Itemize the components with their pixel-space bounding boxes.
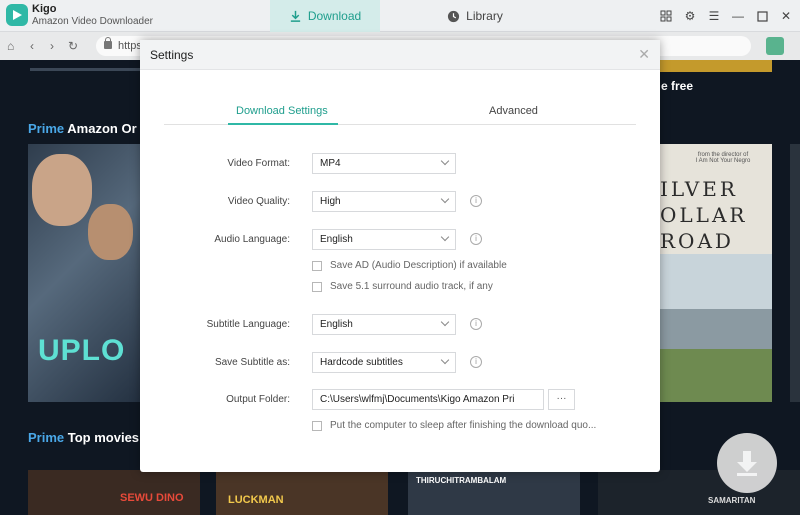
info-icon[interactable]: i: [470, 356, 482, 368]
close-icon[interactable]: ✕: [638, 47, 650, 61]
row-title-amazon-originals: Prime Amazon Or: [28, 121, 137, 136]
tab-download[interactable]: Download: [270, 0, 380, 32]
subtitle-language-select[interactable]: English: [312, 314, 456, 335]
save-ad-option[interactable]: Save AD (Audio Description) if available: [312, 260, 507, 271]
video-format-value: MP4: [320, 158, 341, 169]
output-folder-input[interactable]: C:\Users\wlfmj\Documents\Kigo Amazon Pri: [312, 389, 544, 410]
gear-icon[interactable]: ⚙: [684, 10, 696, 22]
chevron-down-icon: [440, 232, 450, 242]
tab-download-settings[interactable]: Download Settings: [236, 105, 328, 117]
info-icon[interactable]: i: [470, 233, 482, 245]
save-subtitle-as-label: Save Subtitle as:: [214, 357, 290, 368]
bottom-poster-row: SEWU DINO LUCKMAN THIRUCHITRAMBALAM SAMA…: [28, 470, 800, 515]
app-titlebar: Kigo Amazon Video Downloader Download Li…: [0, 0, 800, 32]
tab-download-label: Download: [307, 9, 362, 23]
subtitle-language-value: English: [320, 319, 353, 330]
settings-dialog: Settings ✕ Download Settings Advanced Vi…: [140, 40, 660, 472]
maximize-icon[interactable]: [756, 10, 768, 22]
minimize-icon[interactable]: —: [732, 10, 744, 22]
chevron-down-icon: [440, 355, 450, 365]
poster-figure: [88, 204, 133, 260]
reload-icon[interactable]: ↻: [68, 39, 78, 53]
output-folder-label: Output Folder:: [226, 394, 290, 405]
video-quality-value: High: [320, 196, 341, 207]
clock-icon: [448, 10, 460, 22]
lock-icon: [104, 37, 112, 49]
app-subtitle: Amazon Video Downloader: [32, 16, 154, 27]
download-icon: [290, 10, 300, 22]
save-ad-checkbox[interactable]: [312, 260, 322, 271]
settings-title: Settings: [150, 48, 194, 62]
video-format-label: Video Format:: [227, 158, 290, 169]
poster-figure: [32, 154, 92, 226]
sleep-checkbox[interactable]: [312, 420, 322, 431]
poster-house: [660, 309, 772, 349]
app-logo-icon: [6, 4, 28, 26]
app-name: Kigo: [32, 3, 57, 15]
url-text: https: [118, 40, 142, 52]
audio-language-value: English: [320, 234, 353, 245]
chevron-down-icon: [440, 317, 450, 327]
poster-sewu-dino[interactable]: SEWU DINO: [28, 470, 200, 515]
save-ad-label: Save AD (Audio Description) if available: [330, 260, 507, 271]
poster-tagline: from the director of I Am Not Your Negro: [695, 152, 751, 164]
save-51-option[interactable]: Save 5.1 surround audio track, if any: [312, 281, 493, 292]
save-subtitle-as-value: Hardcode subtitles: [320, 357, 403, 368]
chevron-down-icon: [440, 194, 450, 204]
video-quality-label: Video Quality:: [227, 196, 290, 207]
poster-title: ILVER OLLAR ROAD: [660, 177, 748, 253]
browse-folder-button[interactable]: ···: [548, 389, 575, 410]
info-icon[interactable]: i: [470, 318, 482, 330]
save-51-label: Save 5.1 surround audio track, if any: [330, 281, 493, 292]
video-format-select[interactable]: MP4: [312, 153, 456, 174]
sleep-option[interactable]: Put the computer to sleep after finishin…: [312, 420, 596, 431]
save-51-checkbox[interactable]: [312, 281, 322, 292]
poster-grass: [660, 349, 772, 402]
window-controls: ⚙ ☰ — ✕: [660, 0, 792, 32]
tab-advanced[interactable]: Advanced: [489, 105, 538, 117]
close-icon[interactable]: ✕: [780, 10, 792, 22]
poster-silver-dollar-road[interactable]: from the director of I Am Not Your Negro…: [660, 144, 772, 402]
audio-language-select[interactable]: English: [312, 229, 456, 250]
audio-language-label: Audio Language:: [214, 234, 290, 245]
download-queue-button[interactable]: [717, 433, 777, 493]
back-icon[interactable]: ‹: [30, 39, 34, 53]
row-title-top-movies: Prime Top movies: [28, 430, 140, 445]
save-subtitle-as-select[interactable]: Hardcode subtitles: [312, 352, 456, 373]
poster-edge: [790, 144, 800, 402]
banner-text: e free: [661, 79, 694, 93]
info-icon[interactable]: i: [470, 195, 482, 207]
poster-thiruchitrambalam[interactable]: THIRUCHITRAMBALAM: [408, 470, 580, 515]
settings-header: Settings ✕: [140, 40, 660, 70]
active-tab-indicator: [228, 123, 338, 125]
poster-luckman[interactable]: LUCKMAN: [216, 470, 388, 515]
home-icon[interactable]: ⌂: [7, 39, 14, 53]
download-arrow-icon: [737, 451, 757, 476]
poster-sky: [660, 254, 772, 314]
tab-library-label: Library: [466, 9, 503, 23]
banner-strip: [660, 60, 772, 72]
sleep-label: Put the computer to sleep after finishin…: [330, 420, 597, 431]
subtitle-language-label: Subtitle Language:: [206, 319, 290, 330]
sidebar-toggle-button[interactable]: [766, 37, 784, 55]
carousel-indicator: [30, 68, 140, 71]
menu-icon[interactable]: ☰: [708, 10, 720, 22]
tab-library[interactable]: Library: [420, 0, 530, 32]
grid-icon[interactable]: [660, 10, 672, 22]
chevron-down-icon: [440, 156, 450, 166]
video-quality-select[interactable]: High: [312, 191, 456, 212]
forward-icon[interactable]: ›: [50, 39, 54, 53]
